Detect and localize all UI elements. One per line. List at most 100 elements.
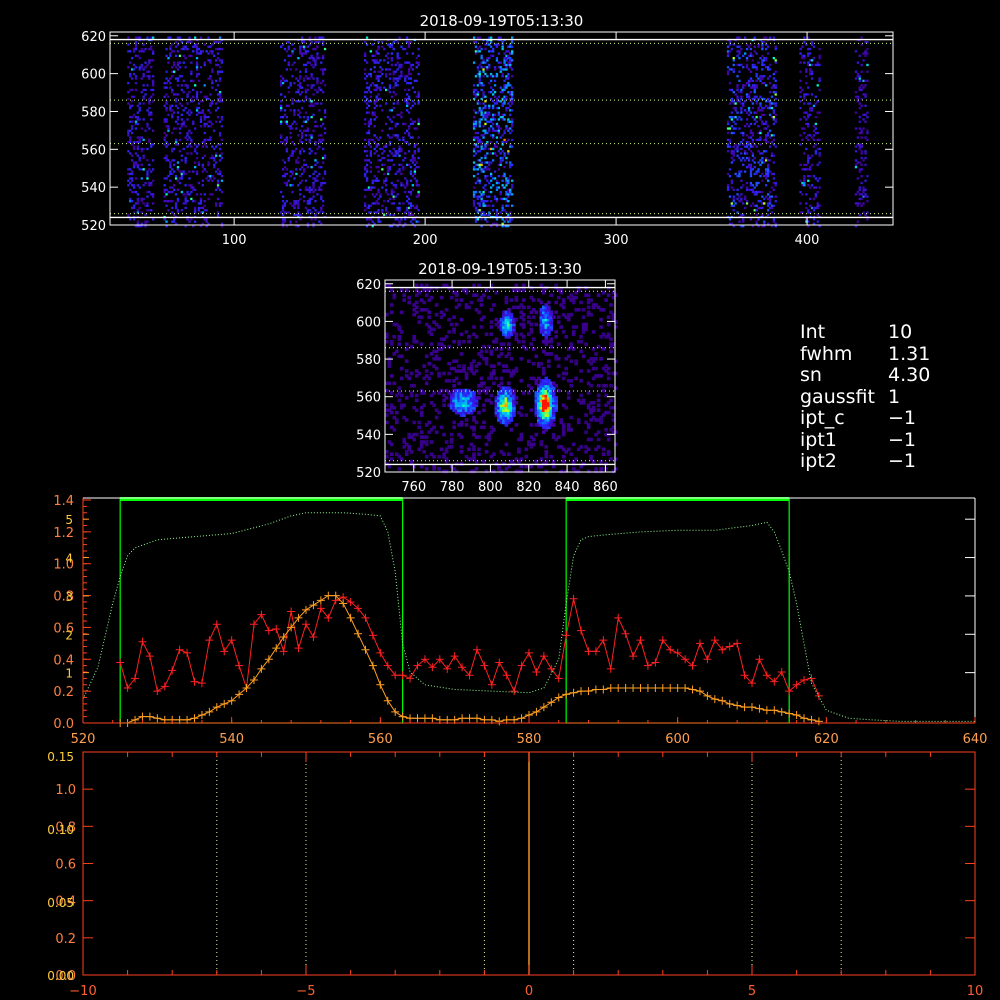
pixel: [749, 170, 753, 173]
pixel: [377, 77, 380, 80]
pixel: [494, 337, 499, 341]
pixel: [205, 177, 208, 180]
pixel: [429, 295, 434, 300]
pixel: [486, 166, 489, 169]
pixel: [182, 120, 185, 123]
pixel: [407, 111, 411, 114]
pixel: [606, 293, 611, 297]
pixel: [381, 72, 384, 76]
pixel: [379, 195, 382, 198]
pixel: [205, 145, 208, 148]
pixel: [495, 211, 499, 214]
pixel: [499, 376, 504, 381]
pixel: [559, 325, 563, 329]
pixel: [165, 93, 168, 96]
pixel: [419, 430, 424, 434]
pixel: [373, 141, 376, 144]
pixel: [207, 52, 210, 55]
pixel: [165, 120, 168, 123]
pixel: [407, 197, 411, 201]
pixel: [138, 66, 141, 69]
pixel: [424, 440, 429, 444]
pixel: [740, 179, 743, 182]
pixel: [772, 161, 775, 164]
pixel: [367, 206, 371, 210]
pixel: [392, 184, 395, 187]
pixel: [818, 186, 821, 189]
pixel: [492, 381, 496, 386]
pixel: [589, 298, 593, 302]
pixel: [365, 36, 369, 39]
pixel: [429, 440, 434, 444]
pixel: [322, 36, 325, 39]
pixel: [747, 106, 751, 110]
pixel: [289, 131, 292, 135]
pixel: [810, 77, 814, 80]
pixel: [472, 283, 476, 288]
pixel: [459, 435, 464, 439]
pixel: [864, 93, 867, 96]
pixel: [302, 41, 306, 44]
pixel: [462, 364, 466, 368]
pixel: [474, 75, 478, 78]
pixel: [732, 57, 735, 60]
pixel: [507, 129, 510, 132]
pixel: [774, 93, 777, 96]
pixel: [165, 109, 168, 112]
pixel: [492, 209, 495, 212]
pixel: [477, 452, 481, 456]
pixel: [299, 188, 302, 191]
pixel: [190, 197, 193, 201]
pixel: [472, 325, 476, 329]
pixel: [554, 383, 558, 388]
pixel: [454, 298, 459, 302]
pixel: [394, 154, 397, 157]
pixel: [753, 63, 756, 67]
pixel: [818, 147, 821, 151]
pixel: [180, 175, 183, 178]
data-point: [227, 636, 236, 645]
pixel: [398, 170, 401, 173]
pixel: [742, 218, 745, 221]
pixel: [501, 206, 504, 210]
pixel: [209, 177, 212, 180]
pixel: [765, 120, 768, 123]
pixel: [745, 93, 749, 96]
pixel: [745, 141, 749, 144]
pixel: [285, 136, 288, 139]
pixel: [866, 111, 869, 114]
pixel: [173, 63, 176, 67]
pixel: [860, 181, 863, 185]
pixel: [742, 66, 745, 69]
pixel: [860, 145, 863, 148]
pixel: [409, 82, 413, 85]
pixel: [486, 175, 489, 178]
pixel: [287, 156, 290, 160]
pixel: [763, 63, 766, 67]
pixel: [406, 179, 409, 182]
pixel: [740, 91, 743, 94]
pixel: [751, 131, 754, 135]
pixel: [862, 118, 865, 121]
pixel: [774, 120, 777, 123]
pixel: [763, 161, 766, 164]
pixel: [174, 45, 178, 48]
pixel: [392, 86, 395, 89]
pixel: [601, 290, 606, 295]
pixel: [146, 195, 149, 198]
pixel: [529, 386, 534, 390]
pixel: [302, 200, 306, 203]
pixel: [447, 317, 451, 322]
pixel: [576, 308, 581, 312]
pixel: [203, 61, 206, 64]
pixel: [396, 218, 399, 221]
pixel: [503, 154, 506, 157]
pixel: [131, 88, 134, 92]
pixel: [176, 111, 180, 114]
pixel: [476, 131, 479, 135]
pixel: [477, 283, 481, 288]
pixel: [492, 303, 496, 307]
pixel: [482, 68, 485, 71]
pixel: [478, 50, 481, 53]
pixel: [417, 150, 420, 153]
